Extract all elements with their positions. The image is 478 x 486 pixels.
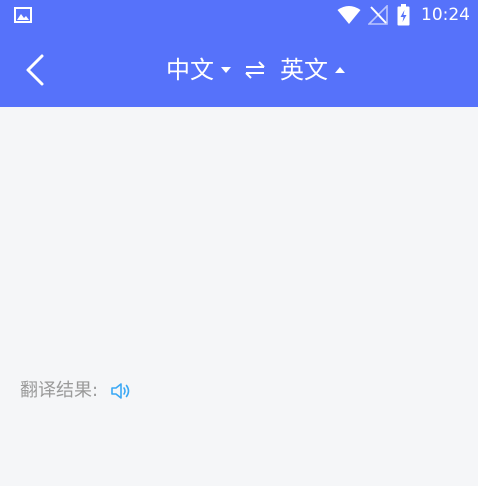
wifi-icon (337, 6, 361, 24)
battery-charging-icon (397, 4, 410, 26)
target-language-label: 英文 (280, 56, 328, 84)
language-selector-bar: 中文 英文 (166, 51, 346, 89)
no-signal-icon (368, 5, 388, 25)
caret-up-icon (335, 67, 345, 73)
speaker-icon[interactable] (110, 381, 132, 401)
swap-icon[interactable] (244, 61, 266, 79)
target-language-dropdown[interactable]: 英文 (280, 51, 346, 89)
translation-result-row: 翻译结果: (20, 378, 132, 404)
source-language-label: 中文 (166, 56, 214, 84)
source-language-dropdown[interactable]: 中文 (166, 51, 232, 89)
gallery-icon (14, 7, 32, 23)
app-header: 10:24 中文 英文 (0, 0, 478, 107)
caret-down-icon (221, 67, 231, 73)
translation-result-label: 翻译结果: (20, 380, 99, 401)
back-arrow-icon[interactable] (18, 50, 54, 90)
status-time: 10:24 (421, 5, 470, 25)
status-bar: 10:24 (0, 0, 478, 30)
